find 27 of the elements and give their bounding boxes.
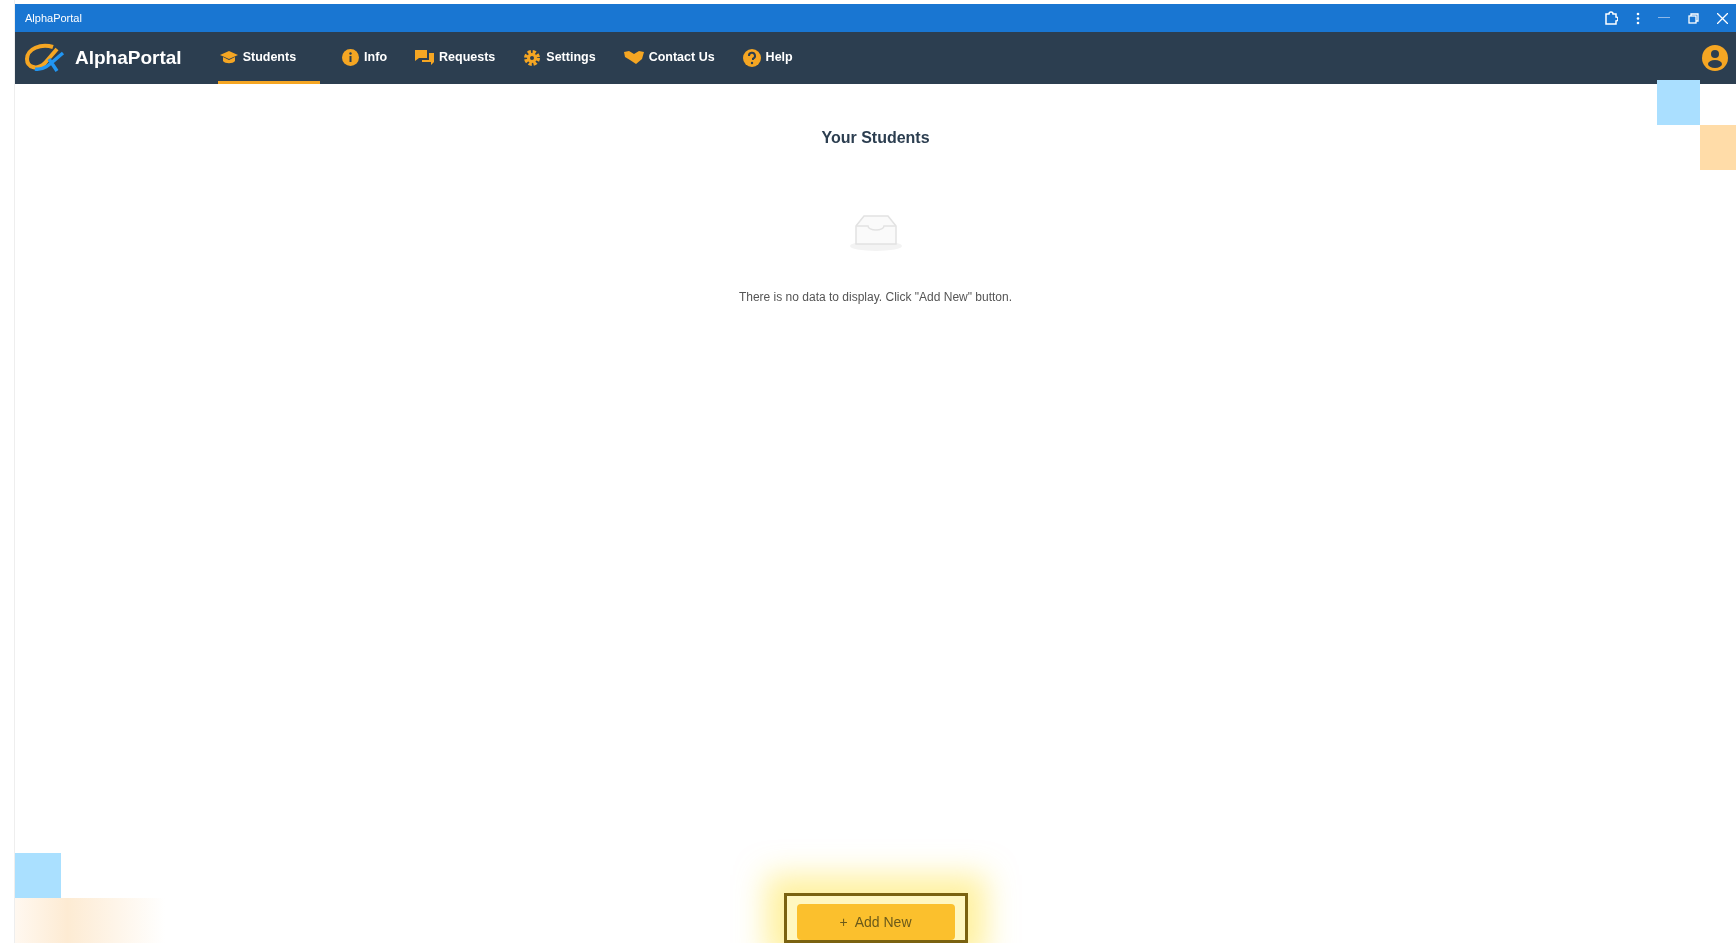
nav-tab[interactable]: Students [217,34,321,84]
nav-tab[interactable]: Settings [517,34,602,84]
info-icon [342,49,360,67]
empty-inbox-icon [847,212,904,252]
nav-tab[interactable]: Requests [409,34,502,84]
decorative-square [15,853,61,898]
decorative-square [1657,80,1700,125]
decorative-square [1700,125,1736,170]
nav-tab[interactable]: Help [736,34,799,84]
empty-message: There is no data to display. Click "Add New" button. [738,289,1013,306]
chat-bubbles-icon [415,49,435,66]
brand-name: AlphaPortal [75,45,182,70]
help-icon [742,48,761,67]
close-icon[interactable] [1717,12,1728,24]
graduation-cap-icon [219,50,238,66]
restore-icon[interactable] [1688,12,1699,24]
add-new-button[interactable]: + Add New [796,904,955,940]
window-title: AlphaPortal [25,10,82,26]
nav-tab[interactable]: Info [336,34,394,84]
nav-tab[interactable]: Contact Us [617,34,721,84]
more-options-icon[interactable] [1636,11,1640,25]
user-avatar-icon[interactable] [1702,45,1728,71]
logo-icon [23,43,65,73]
settings-icon [523,48,542,67]
page-title: Your Students [821,128,930,148]
handshake-icon [623,50,644,66]
puzzle-icon[interactable] [1604,11,1618,25]
